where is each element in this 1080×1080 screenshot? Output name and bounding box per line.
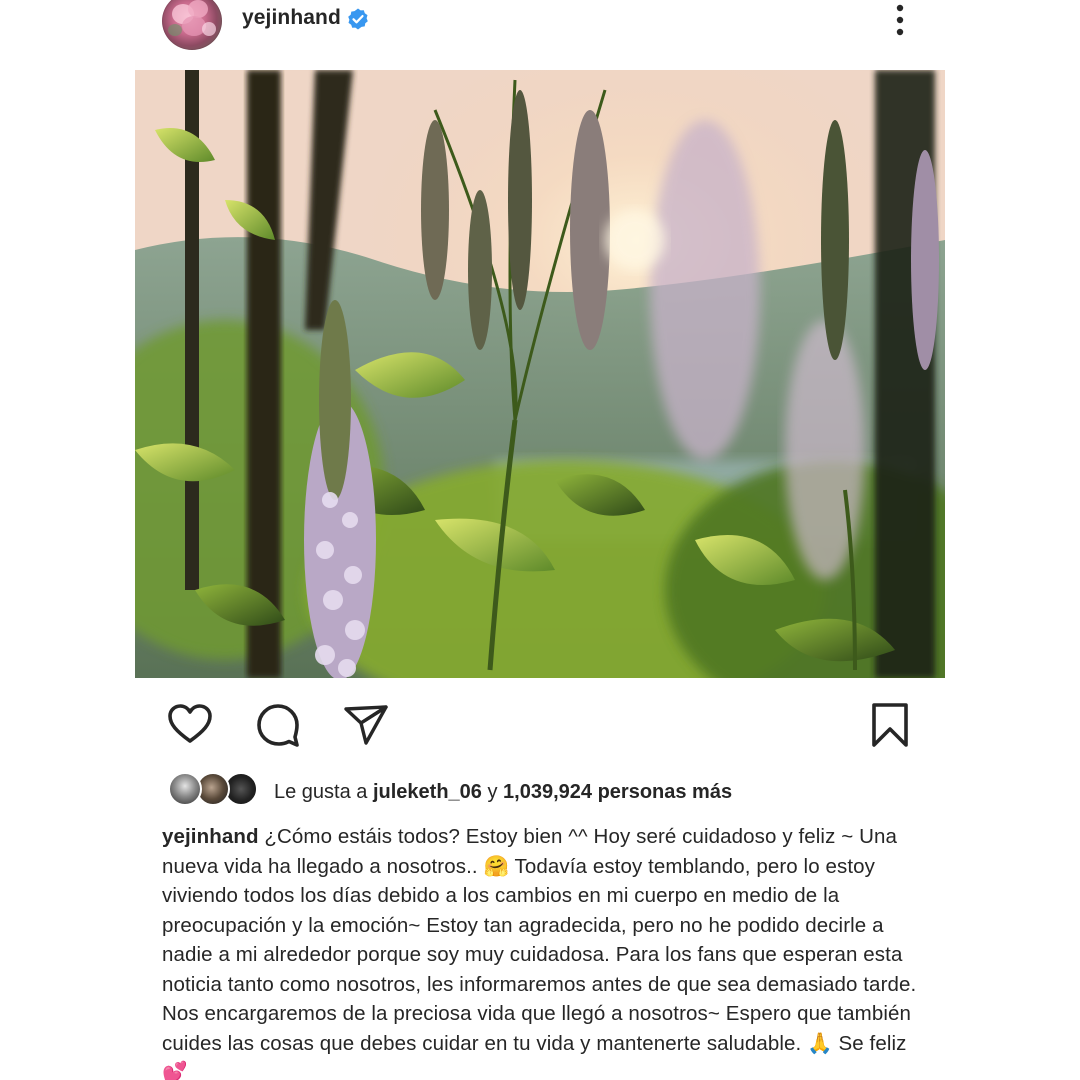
likes-count[interactable]: 1,039,924 personas más [503, 781, 732, 803]
vertical-ellipsis-icon[interactable] [892, 2, 908, 38]
bookmark-outline-icon[interactable] [866, 701, 914, 749]
verified-badge-icon [348, 8, 368, 30]
liker-avatar[interactable] [168, 772, 202, 806]
post-action-bar [162, 695, 922, 751]
likes-connector: y [481, 781, 504, 803]
paper-plane-icon[interactable] [342, 701, 390, 749]
flower-field-image [135, 70, 945, 678]
caption-username[interactable]: yejinhand [162, 825, 259, 848]
post-caption: yejinhand ¿Cómo estáis todos? Estoy bien… [162, 822, 922, 1080]
likes-summary[interactable]: Le gusta a juleketh_06 y 1,039,924 perso… [274, 781, 732, 804]
likes-prefix: Le gusta a [274, 781, 373, 803]
heart-outline-icon[interactable] [166, 701, 214, 749]
profile-avatar[interactable] [162, 0, 222, 50]
instagram-post: yejinhand Le gusta a juleketh_06 y 1,039… [0, 0, 1080, 1080]
comment-bubble-icon[interactable] [254, 701, 302, 749]
post-photo[interactable] [135, 70, 945, 678]
likes-row: Le gusta a juleketh_06 y 1,039,924 perso… [162, 772, 922, 812]
post-username[interactable]: yejinhand [242, 6, 341, 30]
likes-first-user[interactable]: juleketh_06 [373, 781, 482, 803]
caption-text: ¿Cómo estáis todos? Estoy bien ^^ Hoy se… [162, 825, 917, 1080]
post-header: yejinhand [162, 0, 922, 50]
